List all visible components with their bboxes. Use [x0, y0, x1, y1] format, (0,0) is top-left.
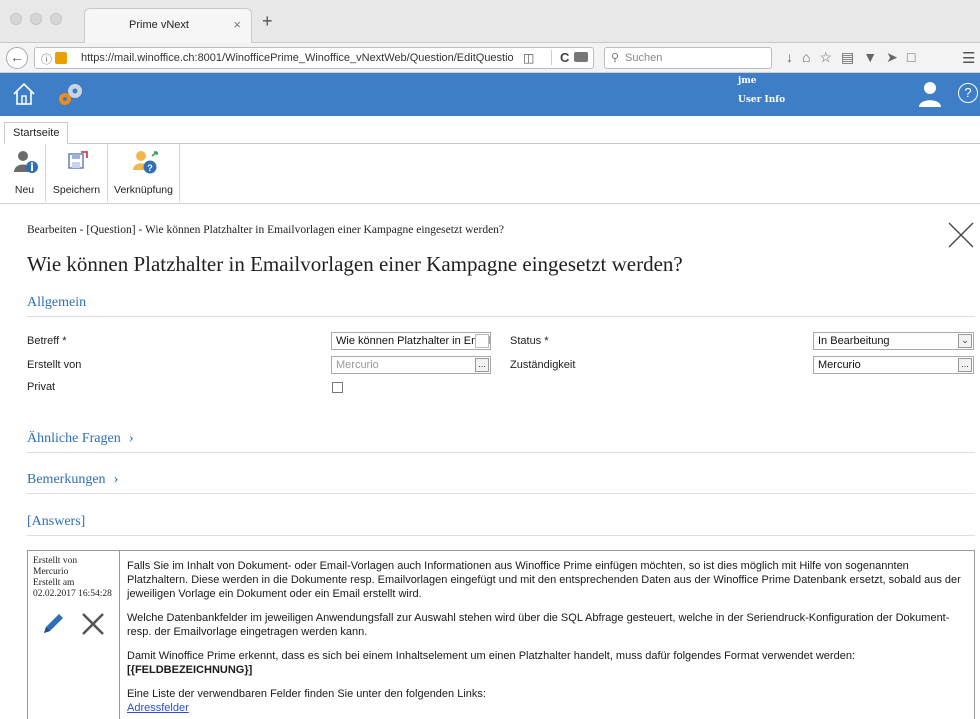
search-input[interactable]: ⚲ Suchen — [604, 47, 772, 69]
insecure-lock-icon[interactable] — [55, 52, 67, 64]
created-by-value: Mercurio — [336, 359, 379, 371]
answer-item: Erstellt von Mercurio Erstellt am 02.02.… — [27, 550, 975, 719]
answer-body: Falls Sie im Inhalt von Dokument- oder E… — [127, 559, 972, 719]
section-divider — [27, 316, 975, 317]
save-icon — [67, 151, 88, 169]
maximize-window-button[interactable] — [50, 13, 62, 25]
section-similar-label: Ähnliche Fragen — [27, 431, 121, 446]
answer-meta: Erstellt von Mercurio Erstellt am 02.02.… — [28, 551, 120, 719]
new-user-icon — [13, 151, 38, 173]
tab-startseite[interactable]: Startseite — [4, 122, 69, 144]
browse-button[interactable]: ... — [958, 358, 972, 372]
section-divider — [27, 493, 975, 494]
close-icon[interactable] — [948, 222, 974, 248]
status-value: In Bearbeitung — [818, 335, 890, 347]
subject-field[interactable]: Wie können Platzhalter in Emailvorla — [331, 332, 491, 350]
link-button[interactable]: ? Verknüpfung — [108, 144, 180, 202]
field-edit-icon[interactable] — [475, 334, 489, 348]
section-similar-questions[interactable]: Ähnliche Fragen › — [27, 430, 134, 447]
menu-icon[interactable]: ☰ — [962, 49, 975, 67]
minimize-window-button[interactable] — [30, 13, 42, 25]
address-fields-link[interactable]: Adressfelder — [127, 702, 189, 714]
answer-created-by: Mercurio — [33, 567, 69, 577]
app-header: jme User Info ? — [0, 73, 980, 116]
new-tab-button[interactable]: + — [262, 12, 273, 30]
browse-button[interactable]: ... — [475, 358, 489, 372]
chevron-down-icon[interactable]: ⌄ — [958, 334, 972, 348]
ribbon-group: Neu Speichern ? Verknüpfung — [4, 143, 980, 202]
created-by-field[interactable]: Mercurio ... — [331, 356, 491, 374]
subject-label: Betreff * — [27, 335, 67, 347]
browser-tab[interactable]: Prime vNext × — [84, 8, 252, 43]
answer-created-by-label: Erstellt von — [33, 556, 78, 566]
subject-value: Wie können Platzhalter in Emailvorla — [336, 335, 490, 347]
link-button-label: Verknüpfung — [114, 184, 173, 196]
home-icon[interactable] — [12, 82, 36, 106]
section-divider — [27, 535, 975, 536]
delete-icon[interactable] — [80, 611, 106, 637]
chevron-right-icon: › — [113, 471, 119, 487]
status-select[interactable]: In Bearbeitung ⌄ — [813, 332, 974, 350]
main-content: Bearbeiten - [Question] - Wie können Pla… — [0, 204, 980, 719]
browser-tab-strip: Prime vNext × + — [0, 0, 980, 43]
section-remarks-label: Bemerkungen — [27, 472, 106, 487]
created-by-label: Erstellt von — [27, 359, 82, 371]
close-window-button[interactable] — [10, 13, 22, 25]
edit-pencil-icon[interactable] — [40, 611, 66, 637]
reload-icon[interactable]: C — [551, 50, 569, 65]
answer-paragraph: Welche Datenbankfelder im jeweiligen Anw… — [127, 612, 950, 638]
new-button-label: Neu — [14, 184, 35, 196]
responsible-field[interactable]: Mercurio ... — [813, 356, 974, 374]
responsible-label: Zuständigkeit — [510, 359, 576, 371]
info-icon[interactable]: ⓘ — [41, 51, 52, 67]
answer-created-at-label: Erstellt am — [33, 578, 75, 588]
save-button[interactable]: Speichern — [46, 144, 108, 202]
breadcrumb: Bearbeiten - [Question] - Wie können Pla… — [27, 224, 505, 236]
answer-paragraph: Damit Winoffice Prime erkennt, dass es s… — [127, 649, 972, 677]
private-checkbox[interactable] — [332, 382, 343, 393]
private-label: Privat — [27, 381, 56, 393]
settings-gears-icon[interactable] — [54, 81, 86, 109]
address-bar[interactable]: ⓘ https://mail.winoffice.ch:8001/Winoffi… — [34, 47, 594, 69]
answer-paragraph: Falls Sie im Inhalt von Dokument- oder E… — [127, 560, 961, 600]
section-general[interactable]: Allgemein — [27, 295, 86, 311]
svg-text:?: ? — [147, 163, 153, 173]
section-divider — [27, 452, 975, 453]
status-label: Status * — [510, 335, 549, 347]
ribbon-toolbar: Startseite Neu Speichern ? Verknüpfung — [0, 116, 980, 204]
user-avatar-icon[interactable] — [918, 81, 942, 107]
placeholder-format: [{FELDBEZEICHNUNG}] — [127, 664, 253, 676]
search-placeholder: Suchen — [625, 52, 663, 64]
user-info-link[interactable]: User Info — [738, 95, 785, 105]
back-icon[interactable]: ← — [6, 47, 28, 69]
save-button-label: Speichern — [52, 184, 101, 196]
link-users-icon: ? — [132, 151, 158, 174]
answer-created-at: 02.02.2017 16:54:28 — [33, 589, 112, 599]
responsible-value: Mercurio — [818, 359, 861, 371]
tab-close-icon[interactable]: × — [233, 17, 241, 32]
answer-paragraph-text: Eine Liste der verwendbaren Felder finde… — [127, 688, 486, 700]
browser-tab-title: Prime vNext — [129, 19, 189, 31]
new-button[interactable]: Neu — [4, 144, 46, 202]
answer-paragraph: Eine Liste der verwendbaren Felder finde… — [127, 687, 972, 715]
browser-nav-bar: ← ⓘ https://mail.winoffice.ch:8001/Winof… — [0, 43, 980, 73]
chevron-right-icon: › — [128, 430, 134, 446]
toolbar-icons[interactable]: ↓⌂☆▤▼➤□ — [786, 49, 924, 66]
help-icon[interactable]: ? — [958, 83, 978, 103]
section-answers[interactable]: [Answers] — [27, 514, 85, 530]
answer-paragraph-text: Damit Winoffice Prime erkennt, dass es s… — [127, 650, 855, 662]
url-text[interactable]: https://mail.winoffice.ch:8001/Winoffice… — [81, 52, 514, 64]
user-name[interactable]: jme — [738, 76, 757, 86]
section-remarks[interactable]: Bemerkungen › — [27, 471, 119, 488]
reader-view-icon[interactable]: ◫ — [523, 51, 534, 65]
search-icon: ⚲ — [611, 52, 620, 64]
page-title: Wie können Platzhalter in Emailvorlagen … — [27, 252, 683, 276]
print-icon[interactable] — [574, 52, 588, 62]
